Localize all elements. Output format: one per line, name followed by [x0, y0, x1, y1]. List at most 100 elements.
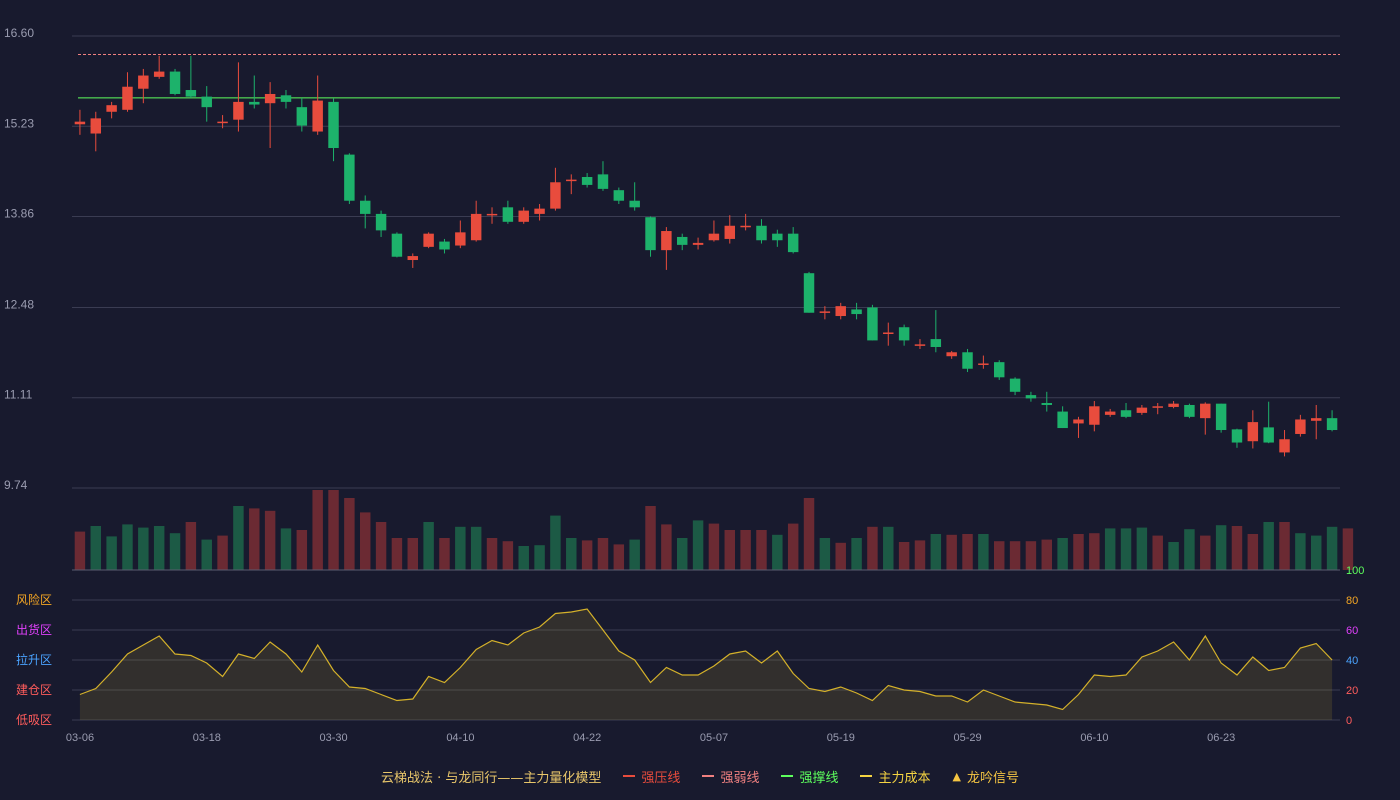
osc-tick-label: 100: [1346, 565, 1364, 577]
candle-body: [138, 75, 149, 89]
candle-body: [375, 213, 387, 231]
candle-body: [296, 107, 308, 126]
x-tick-label: 05-07: [700, 732, 728, 744]
legend-label: 强撑线: [799, 770, 839, 786]
candle-body: [407, 256, 419, 261]
legend-item-main-cost: 主力成本: [860, 767, 930, 786]
volume-bar: [756, 530, 767, 570]
candle-body: [962, 352, 973, 369]
volume-bar: [455, 526, 466, 570]
legend-swatch-icon: [702, 775, 715, 777]
candle-body: [90, 118, 102, 134]
volume-bar: [1184, 529, 1195, 570]
legend-title: 云梯战法 · 与龙同行——主力量化模型: [381, 770, 602, 786]
candle-body: [502, 207, 514, 222]
candle-body: [756, 225, 767, 241]
volume-bar: [1168, 542, 1179, 570]
volume-bar: [1326, 526, 1338, 570]
candle-body: [914, 344, 926, 346]
price-tick-label: 16.60: [4, 26, 34, 40]
candle-body: [1200, 403, 1211, 419]
volume-bar: [1263, 522, 1274, 570]
osc-zone-label: 风险区: [16, 592, 52, 607]
volume-bar: [1215, 525, 1227, 570]
osc-zone-label: 建仓区: [16, 683, 52, 697]
volume-bar: [1279, 522, 1290, 570]
volume-bar: [169, 533, 181, 570]
candle-body: [550, 182, 561, 209]
volume-bar: [629, 539, 640, 570]
candle-body: [787, 233, 799, 253]
osc-area: [79, 609, 1333, 720]
candle-body: [645, 217, 656, 251]
volume-bar: [645, 506, 656, 570]
osc-zone-label: 拉升区: [16, 652, 52, 667]
candle-body: [1041, 403, 1053, 405]
candle-body: [803, 273, 815, 313]
volume-bar: [407, 538, 419, 570]
volume-bar: [1104, 528, 1116, 570]
volume-bar: [423, 522, 434, 570]
candle-body: [946, 352, 957, 357]
legend: 云梯战法 · 与龙同行——主力量化模型 强压线 强弱线 强撑线 主力成本 ▲ 龙…: [0, 764, 1400, 788]
volume-bar: [993, 541, 1005, 570]
volume-bar: [581, 540, 593, 570]
volume-bar: [835, 542, 846, 570]
volume-bar: [391, 538, 403, 570]
candle-body: [153, 71, 165, 77]
legend-label: 强压线: [641, 770, 681, 786]
legend-swatch-icon: [623, 775, 636, 777]
candle-body: [1009, 378, 1021, 392]
candle-body: [835, 306, 846, 317]
candle-body: [455, 232, 466, 246]
volume-bar: [201, 539, 212, 570]
price-tick-label: 12.48: [4, 297, 34, 311]
chart-svg: 16.60 15.23 13.86 12.48 11.11 9.74 0 20 40 60 80 10…: [4, 26, 1364, 744]
candle-body: [898, 327, 910, 341]
legend-swatch-icon: [860, 775, 873, 777]
x-tick-label: 04-10: [446, 732, 474, 744]
x-tick-label: 03-18: [193, 732, 221, 744]
volume-bar: [867, 526, 878, 570]
candle-body: [993, 362, 1005, 378]
volume-bar: [1295, 533, 1306, 570]
x-tick-label: 06-10: [1080, 732, 1108, 744]
candle-body: [423, 233, 434, 247]
volume-bar: [185, 522, 197, 570]
volume-bar: [502, 541, 514, 570]
candle-body: [106, 105, 117, 112]
volume-bar: [217, 535, 228, 570]
volume-bar: [486, 538, 498, 570]
candle-body: [344, 154, 355, 201]
volume-bar: [1310, 535, 1322, 570]
candle-body: [676, 236, 688, 245]
candle-body: [1247, 422, 1259, 442]
candle-body: [851, 309, 862, 315]
volume-bar: [439, 538, 450, 570]
candle-body: [772, 233, 783, 241]
volume-bar: [1073, 534, 1084, 570]
candle-body: [201, 96, 212, 108]
volume-bar: [1342, 528, 1354, 570]
candle-body: [1231, 429, 1243, 443]
volume-bar: [566, 538, 577, 570]
volume-bar: [375, 522, 387, 570]
candle-body: [217, 121, 228, 124]
x-tick-label: 06-23: [1207, 732, 1235, 744]
volume-bar: [470, 526, 482, 570]
x-tick-label: 04-22: [573, 732, 601, 744]
volume-bar: [153, 526, 165, 570]
candle-body: [1263, 427, 1274, 443]
legend-item-dragon-signal: ▲ 龙吟信号: [952, 767, 1018, 786]
candle-body: [597, 174, 609, 189]
volume-bar: [724, 530, 736, 570]
legend-label: 强弱线: [720, 770, 760, 786]
x-tick-label: 05-29: [954, 732, 982, 744]
candle-body: [391, 233, 403, 257]
x-tick-label: 05-19: [827, 732, 855, 744]
volume-bar: [597, 538, 609, 570]
candle-body: [169, 71, 181, 94]
candle-body: [1104, 411, 1116, 415]
candle-body: [930, 339, 942, 347]
legend-swatch-icon: [781, 775, 794, 777]
